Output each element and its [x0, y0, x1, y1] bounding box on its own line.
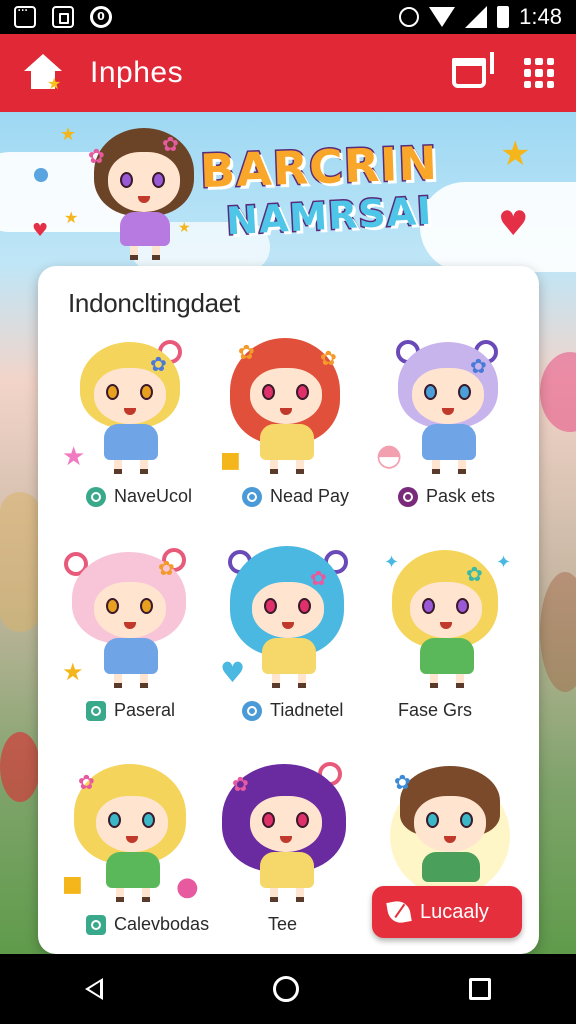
sticker-item[interactable]: ✿ ★ Paseral: [58, 546, 218, 751]
star-decoration-icon: ★: [64, 208, 79, 227]
card-title: Indoncltingdaet: [68, 288, 240, 318]
sticker-art: ✿: [214, 760, 374, 910]
signal-icon: [465, 6, 488, 28]
grid-menu-icon[interactable]: [524, 58, 554, 88]
app-title: Inphes: [90, 56, 184, 89]
star-decoration-icon: ★: [60, 124, 77, 145]
sticker-item[interactable]: ✿ ✿ ■ Nead Pay: [214, 332, 374, 537]
heart-decoration-icon: ♥: [32, 220, 49, 241]
battery-icon: [497, 6, 510, 28]
sticker-art: ✿ ♥: [214, 546, 374, 696]
star-decoration-icon: ★: [500, 134, 531, 174]
hero-logo-line2: NAMRSAI: [223, 187, 434, 245]
pay-icon: [242, 486, 262, 507]
sticker-art: ✿ ✿ ■: [214, 332, 374, 482]
pay-icon: [242, 700, 262, 721]
data-saver-icon: 0: [90, 6, 112, 28]
recents-icon[interactable]: [469, 978, 491, 1000]
app-bar: ★ Inphes: [0, 34, 576, 112]
status-bar: 0 1:48: [0, 0, 576, 34]
home-icon[interactable]: ★: [22, 52, 64, 94]
heart-decoration-icon: ♥: [498, 204, 529, 244]
sticker-item[interactable]: ✿ ✦ ✦ Fase Grs: [370, 546, 530, 751]
sticker-item[interactable]: ✿ ★ NaveUcol: [58, 332, 218, 537]
pack-icon: [398, 486, 418, 507]
sticker-art: ✿ ★: [58, 332, 218, 482]
wifi-icon: [429, 7, 456, 27]
hero-logo-line1: BARCRIN: [198, 134, 441, 199]
sticker-icon: [86, 914, 106, 935]
sticker-art: ✿ ✦ ✦: [370, 546, 530, 696]
mascot-character: ✿ ✿: [86, 124, 206, 264]
sticker-item[interactable]: ✿ ◓ Pask ets: [370, 332, 530, 537]
status-time: 1:48: [519, 4, 562, 29]
back-icon[interactable]: [85, 978, 103, 1000]
sticker-item[interactable]: ✿ Tee: [214, 760, 374, 954]
leaf-icon: [386, 899, 412, 925]
gallery-icon: [52, 6, 74, 28]
system-nav-bar: [0, 954, 576, 1024]
home-nav-icon[interactable]: [273, 976, 299, 1002]
sticker-art: ✿ ◓: [370, 332, 530, 482]
sticker-item[interactable]: ✿ ■ ● Calevbodas: [58, 760, 218, 954]
sticker-art: ✿ ■ ●: [58, 760, 218, 910]
sticker-item[interactable]: ✿ ♥ Tiadnetel: [214, 546, 374, 751]
sticker-art: ✿ ★: [58, 546, 218, 696]
alarm-icon: [399, 7, 420, 27]
hero-banner: ★ ★ ★ ★ ♥ ♥ ✿ ✿ BARCRIN NAMRSAI Indonclt…: [0, 112, 576, 954]
sticker-icon: [86, 486, 106, 507]
notification-icon: [14, 3, 36, 28]
create-button[interactable]: Lucaaly: [372, 886, 522, 938]
sticker-icon: [86, 700, 106, 721]
sticker-collection-card: Indoncltingdaet ✿ ★ NaveUcol ✿ ✿ ■ Nead …: [38, 266, 539, 954]
cart-icon[interactable]: [452, 52, 494, 88]
